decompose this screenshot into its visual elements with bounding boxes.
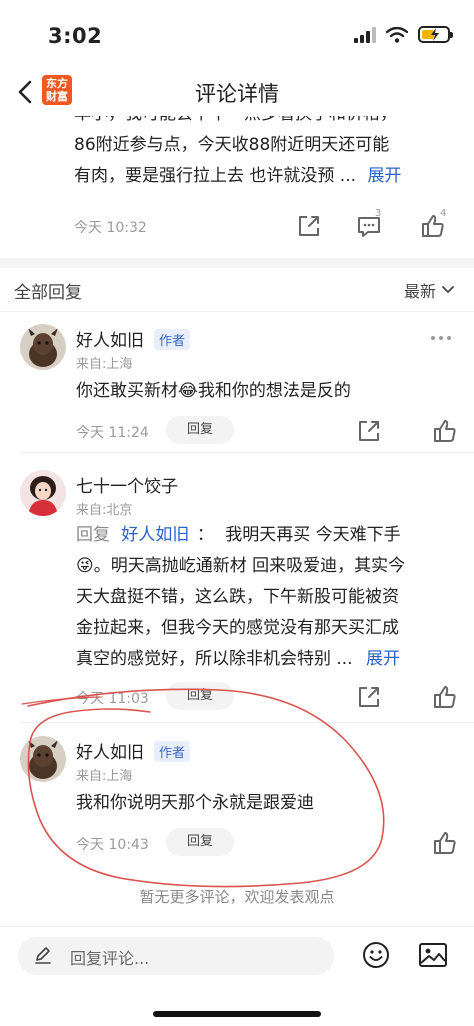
- image-icon[interactable]: [418, 941, 448, 969]
- replies-header: 全部回复 最新: [0, 268, 474, 312]
- emoji-icon[interactable]: [362, 941, 390, 969]
- share-icon[interactable]: [356, 418, 382, 444]
- main-comment-text: 率小，我可能会下午一点多看换手和价格， 86附近参与点，今天收88附近明天还可能…: [74, 116, 402, 186]
- chevron-down-icon: [442, 286, 454, 294]
- no-more-comments: 暂无更多评论，欢迎发表观点: [139, 888, 335, 906]
- reply-button[interactable]: 回复: [166, 828, 234, 856]
- reply-to-user[interactable]: 好人如旧: [121, 525, 189, 545]
- replies-title: 全部回复: [14, 283, 82, 303]
- nav-bar: 评论详情 东方 财富: [0, 72, 474, 112]
- like-count: 4: [440, 208, 447, 219]
- status-bar: 3:02: [0, 0, 474, 72]
- back-icon[interactable]: [14, 78, 38, 106]
- comment-time: 今天 10:32: [74, 220, 147, 236]
- reply-text: 你还敢买新材😂我和你的想法是反的: [76, 381, 351, 401]
- share-icon[interactable]: [356, 684, 382, 710]
- avatar[interactable]: [20, 736, 66, 782]
- reply-button[interactable]: 回复: [166, 682, 234, 710]
- like-icon[interactable]: [432, 830, 458, 856]
- reply-divider: [20, 722, 474, 723]
- reply-time: 今天 10:43: [76, 837, 149, 853]
- sort-dropdown[interactable]: 最新: [404, 278, 454, 302]
- reply-divider: [20, 452, 474, 453]
- reply-time: 今天 11:24: [76, 425, 149, 441]
- author-badge: 作者: [154, 329, 191, 350]
- reply-input[interactable]: 回复评论...: [18, 937, 334, 975]
- reply-prefix: 回复: [76, 525, 110, 545]
- comment-count: 3: [375, 208, 382, 219]
- reply-item: 好人如旧 作者 来自:上海 你还敢买新材😂我和你的想法是反的 今天 11:24 …: [0, 312, 474, 454]
- section-divider: [0, 258, 474, 268]
- reply-location: 来自:上海: [76, 769, 133, 784]
- reply-username[interactable]: 七十一个饺子: [76, 472, 178, 497]
- reply-location: 来自:上海: [76, 357, 133, 372]
- reply-text: 我和你说明天那个永就是跟爱迪: [76, 793, 314, 813]
- avatar[interactable]: [20, 324, 66, 370]
- status-time: 3:02: [48, 24, 103, 48]
- wifi-icon: [386, 26, 408, 43]
- reply-button[interactable]: 回复: [166, 416, 234, 444]
- reply-text: 回复 好人如旧 ： 我明天再买 今天难下手 😜。明天高抛屹通新材 回来吸爱迪，其…: [76, 525, 406, 669]
- expand-link[interactable]: 展开: [366, 649, 400, 669]
- brand-logo[interactable]: 东方 财富: [42, 75, 72, 105]
- bottom-bar: 回复评论...: [0, 926, 474, 1026]
- home-indicator: [153, 1011, 321, 1017]
- like-icon[interactable]: [432, 684, 458, 710]
- reply-item: 七十一个饺子 来自:北京 回复 好人如旧 ： 我明天再买 今天难下手 😜。明天高…: [0, 454, 474, 724]
- pencil-icon: [35, 947, 51, 964]
- reply-username[interactable]: 好人如旧: [76, 738, 144, 763]
- share-icon[interactable]: [296, 213, 322, 239]
- main-comment: 率小，我可能会下午一点多看换手和价格， 86附近参与点，今天收88附近明天还可能…: [0, 112, 474, 258]
- reply-username[interactable]: 好人如旧: [76, 326, 144, 351]
- sort-label: 最新: [403, 282, 436, 301]
- expand-link[interactable]: 展开: [367, 166, 401, 186]
- signal-icon: [354, 26, 376, 43]
- author-badge: 作者: [154, 741, 191, 762]
- more-icon[interactable]: [430, 334, 452, 342]
- status-icons: [354, 26, 453, 43]
- reply-input-placeholder: 回复评论...: [70, 949, 150, 968]
- reply-time: 今天 11:03: [76, 691, 149, 707]
- battery-icon: [418, 26, 453, 43]
- reply-item: 好人如旧 作者 来自:上海 我和你说明天那个永就是跟爱迪 今天 10:43 回复: [0, 724, 474, 874]
- like-icon[interactable]: [432, 418, 458, 444]
- reply-location: 来自:北京: [76, 503, 133, 518]
- avatar[interactable]: [20, 470, 66, 516]
